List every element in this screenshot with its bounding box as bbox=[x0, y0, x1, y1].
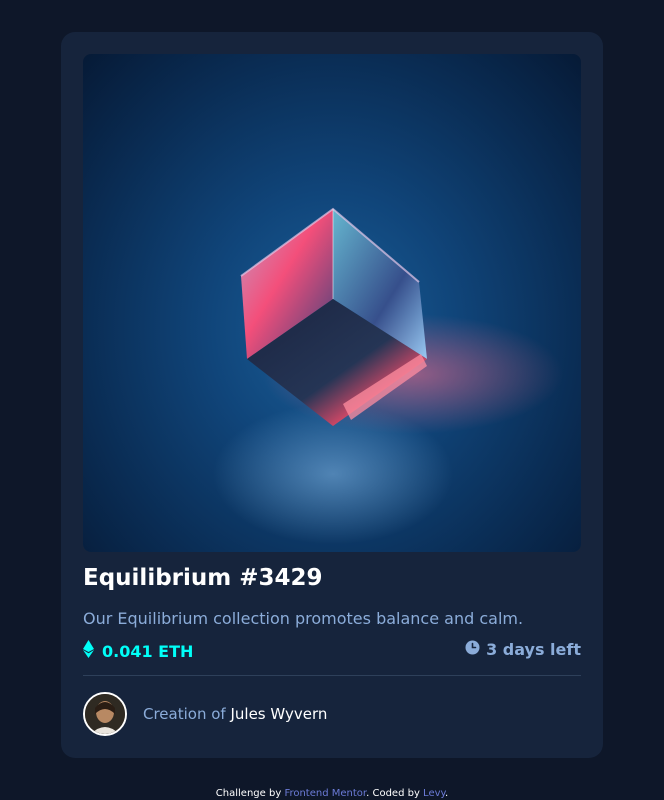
nft-image[interactable] bbox=[83, 54, 581, 552]
attribution-prefix: Challenge by bbox=[215, 788, 282, 799]
attribution-middle: . Coded by bbox=[366, 788, 420, 799]
time-left: 3 days left bbox=[486, 640, 581, 659]
creator-text: Creation of Jules Wyvern bbox=[143, 705, 327, 723]
price-value: 0.041 ETH bbox=[102, 641, 194, 661]
attribution-suffix: . bbox=[445, 788, 449, 799]
cube-artwork bbox=[213, 207, 563, 544]
nft-title[interactable]: Equilibrium #3429 bbox=[83, 565, 323, 591]
author-link[interactable]: Levy bbox=[423, 788, 445, 799]
divider bbox=[83, 675, 581, 676]
creator-avatar bbox=[83, 692, 127, 736]
clock-icon bbox=[465, 640, 480, 659]
frontend-mentor-link[interactable]: Frontend Mentor bbox=[284, 788, 366, 799]
price-group: 0.041 ETH bbox=[83, 640, 193, 662]
time-group: 3 days left bbox=[465, 640, 581, 659]
creator-prefix: Creation of bbox=[143, 705, 226, 723]
nft-description: Our Equilibrium collection promotes bala… bbox=[83, 609, 524, 628]
nft-card: Equilibrium #3429 Our Equilibrium collec… bbox=[61, 32, 603, 758]
creator-row: Creation of Jules Wyvern bbox=[83, 692, 327, 736]
creator-name-link[interactable]: Jules Wyvern bbox=[230, 705, 327, 723]
attribution: Challenge by Frontend Mentor. Coded by L… bbox=[0, 788, 664, 799]
nft-meta-row: 0.041 ETH 3 days left bbox=[83, 640, 581, 662]
ethereum-icon bbox=[83, 640, 94, 662]
